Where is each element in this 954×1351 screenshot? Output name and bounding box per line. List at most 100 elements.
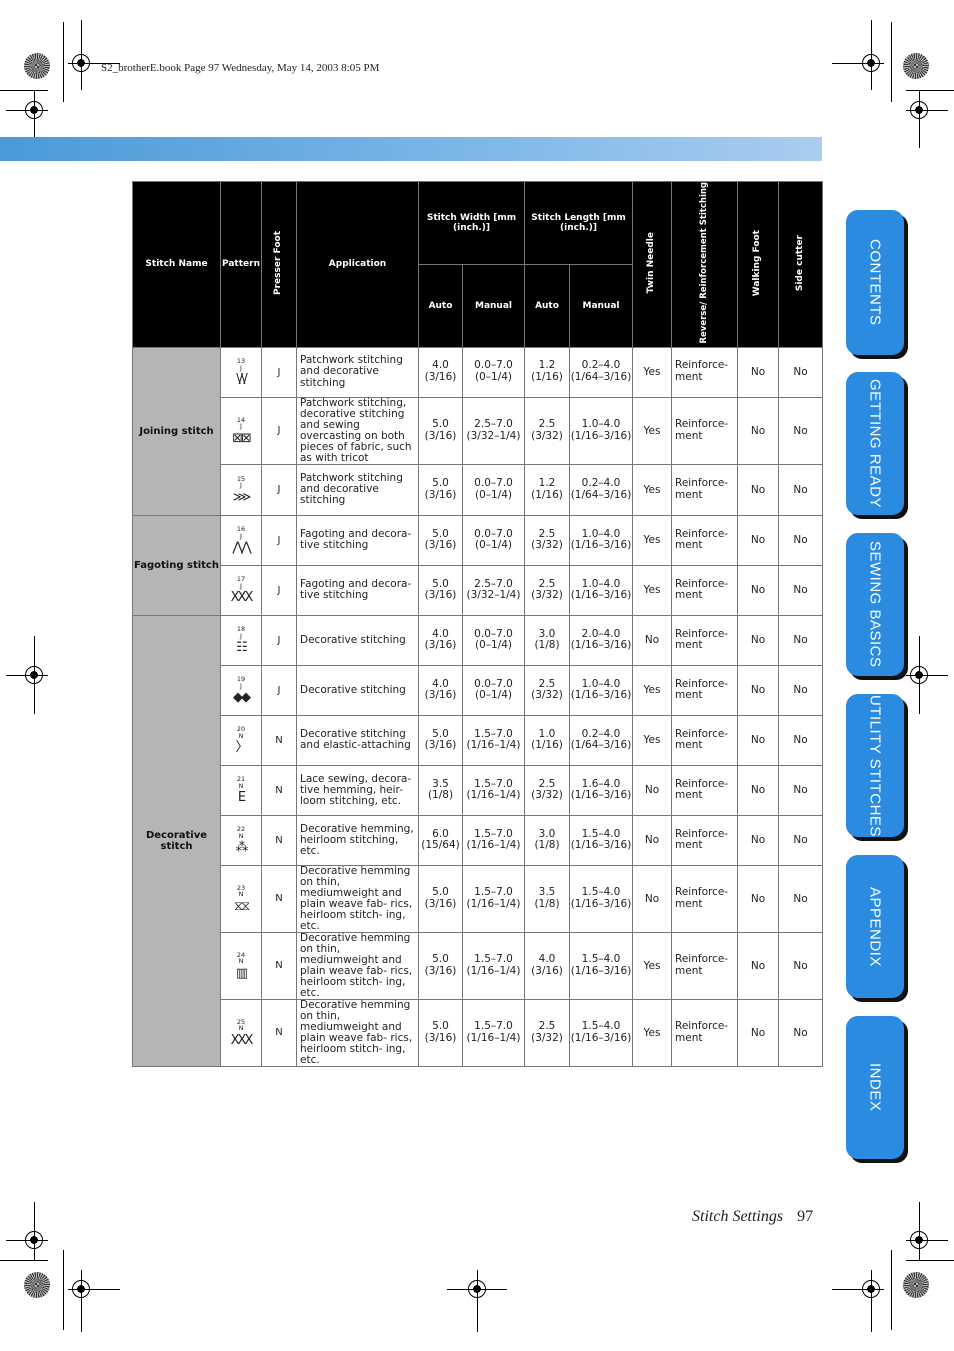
- width-manual: 0.0–7.0 (0–1/4): [462, 463, 525, 516]
- presser-foot: J: [261, 463, 297, 516]
- crop-mark: [34, 1202, 36, 1260]
- width-manual: 1.5–7.0 (1/16–1/4): [462, 931, 525, 1000]
- length-manual: 0.2–4.0 (1/64–3/16): [568, 346, 634, 398]
- tab-sewing-basics[interactable]: SEWING BASICS: [846, 533, 904, 676]
- length-auto: 1.2 (1/16): [524, 346, 570, 398]
- presser-foot: J: [261, 396, 297, 465]
- table-row: 20 N 〉 N Decorative stitching and elastic-at…: [133, 714, 824, 766]
- tab-getting-ready[interactable]: GETTING READY: [846, 372, 904, 515]
- side-cutter: No: [778, 514, 824, 566]
- application: Decorative hemming on thin, mediumweight…: [296, 864, 419, 933]
- pattern-foot-letter: J: [240, 481, 242, 490]
- presser-foot: N: [261, 864, 297, 933]
- length-auto: 3.5 (1/8): [524, 864, 570, 933]
- pattern-cell: 23 N ⧖⧖: [220, 864, 262, 933]
- crop-mark: [871, 1270, 873, 1332]
- length-manual: 1.0–4.0 (1/16–3/16): [568, 564, 634, 616]
- application: Patchwork stitching, decorative stitchin…: [296, 396, 419, 465]
- crop-mark: [891, 22, 893, 102]
- pattern-foot-letter: J: [240, 422, 242, 431]
- stitch-pattern-icon: XXX: [230, 590, 254, 606]
- application: Lace sewing, decora- tive hemming, heir-…: [296, 764, 419, 816]
- crop-mark: [919, 90, 921, 148]
- walking-foot: No: [737, 998, 780, 1067]
- length-manual: 0.2–4.0 (1/64–3/16): [568, 714, 634, 766]
- twin-needle: Yes: [632, 346, 673, 398]
- application: Patchwork stitching and decorative stitc…: [296, 463, 419, 516]
- length-auto: 2.5 (3/32): [524, 514, 570, 566]
- pattern-foot-letter: N: [238, 890, 244, 899]
- table-row: Fagoting stitch 16 J ⋀⋀ J Fagoting and decora…: [132, 514, 824, 616]
- width-auto: 5.0 (3/16): [418, 998, 463, 1067]
- pattern-cell: 22 N ⁂: [220, 814, 262, 866]
- header-pattern: Pattern: [220, 181, 262, 348]
- presser-foot: J: [261, 664, 297, 716]
- crop-mark: [832, 63, 884, 65]
- width-manual: 1.5–7.0 (1/16–1/4): [462, 714, 525, 766]
- crop-mark: [81, 1270, 83, 1332]
- presser-foot: N: [261, 814, 297, 866]
- length-auto: 3.0 (1/8): [524, 814, 570, 866]
- pattern-cell: 16 J ⋀⋀: [220, 514, 262, 566]
- width-manual: 1.5–7.0 (1/16–1/4): [462, 814, 525, 866]
- pattern-foot-letter: J: [240, 631, 242, 640]
- table-row: Decorative stitch 18 J ☷ J Decorative stitchi…: [132, 614, 824, 1067]
- side-cutter: No: [778, 814, 824, 866]
- table-row: Joining stitch 13 J \/\/J Patchwork stitchin…: [132, 346, 824, 516]
- twin-needle: Yes: [632, 396, 673, 465]
- pattern-cell: 17 J XXX: [220, 564, 262, 616]
- presser-foot: J: [261, 564, 297, 616]
- width-manual: 1.5–7.0 (1/16–1/4): [462, 864, 525, 933]
- header-gradient-bar: [0, 137, 822, 149]
- presser-foot: N: [261, 764, 297, 816]
- crop-mark: [906, 110, 948, 112]
- length-manual: 0.2–4.0 (1/64–3/16): [568, 463, 634, 516]
- tab-appendix[interactable]: APPENDIX: [846, 855, 904, 998]
- length-manual: 1.5–4.0 (1/16–3/16): [568, 998, 634, 1067]
- crop-mark: [906, 1260, 954, 1262]
- pattern-foot-letter: N: [238, 1024, 244, 1033]
- width-auto: 5.0 (3/16): [418, 514, 463, 566]
- length-manual: 1.5–4.0 (1/16–3/16): [568, 814, 634, 866]
- width-auto: 3.5 (1/8): [418, 764, 463, 816]
- registration-rosette-icon: [24, 53, 50, 79]
- width-manual: 2.5–7.0 (3/32–1/4): [462, 564, 525, 616]
- reverse-reinforcement: Reinforce- ment: [671, 814, 739, 866]
- stitch-pattern-icon: ☷: [236, 640, 248, 656]
- side-cutter: No: [778, 998, 824, 1067]
- stitch-pattern-icon: ⋙: [232, 489, 252, 505]
- stitch-pattern-icon: \/\/: [236, 372, 248, 387]
- stitch-pattern-icon: ⁂: [235, 840, 249, 856]
- page-footer: Stitch Settings 97: [692, 1208, 813, 1226]
- crop-mark: [871, 20, 873, 90]
- tab-contents[interactable]: CONTENTS: [846, 210, 904, 355]
- reverse-reinforcement: Reinforce- ment: [671, 664, 739, 716]
- header-reverse-reinforcement: Reverse/ Reinforcement Stitching: [671, 181, 739, 348]
- tab-utility-stitches[interactable]: UTILITY STITCHES: [846, 694, 904, 837]
- table-row: 24 N ▥ N Decorative hemming on thin, mediumw…: [133, 931, 824, 1000]
- twin-needle: Yes: [632, 514, 673, 566]
- page-number: 97: [797, 1208, 814, 1225]
- crop-mark: [919, 636, 921, 714]
- width-auto: 4.0 (3/16): [418, 664, 463, 716]
- reverse-reinforcement: Reinforce- ment: [671, 864, 739, 933]
- crop-mark: [63, 22, 65, 102]
- twin-needle: Yes: [632, 714, 673, 766]
- pattern-cell: 19 J ◆◆: [220, 664, 262, 716]
- crop-mark: [68, 1289, 120, 1291]
- width-auto: 5.0 (3/16): [418, 864, 463, 933]
- width-auto: 4.0 (3/16): [418, 614, 463, 666]
- walking-foot: No: [737, 614, 780, 666]
- reverse-reinforcement: Reinforce- ment: [671, 614, 739, 666]
- pattern-cell: 24 N ▥: [220, 931, 262, 1000]
- length-manual: 1.6–4.0 (1/16–3/16): [568, 764, 634, 816]
- header-application: Application: [296, 181, 419, 348]
- table-row: 22 N ⁂ N Decorative hemming, heirloom stitch…: [133, 814, 824, 866]
- tab-index[interactable]: INDEX: [846, 1016, 904, 1159]
- stitch-pattern-icon: XXX: [230, 1032, 254, 1048]
- stitch-pattern-icon: ⊠⊠: [232, 430, 252, 446]
- application: Fagoting and decora- tive stitching: [296, 564, 419, 616]
- crop-mark: [63, 1250, 65, 1330]
- walking-foot: No: [737, 764, 780, 816]
- application: Decorative hemming, heirloom stitching, …: [296, 814, 419, 866]
